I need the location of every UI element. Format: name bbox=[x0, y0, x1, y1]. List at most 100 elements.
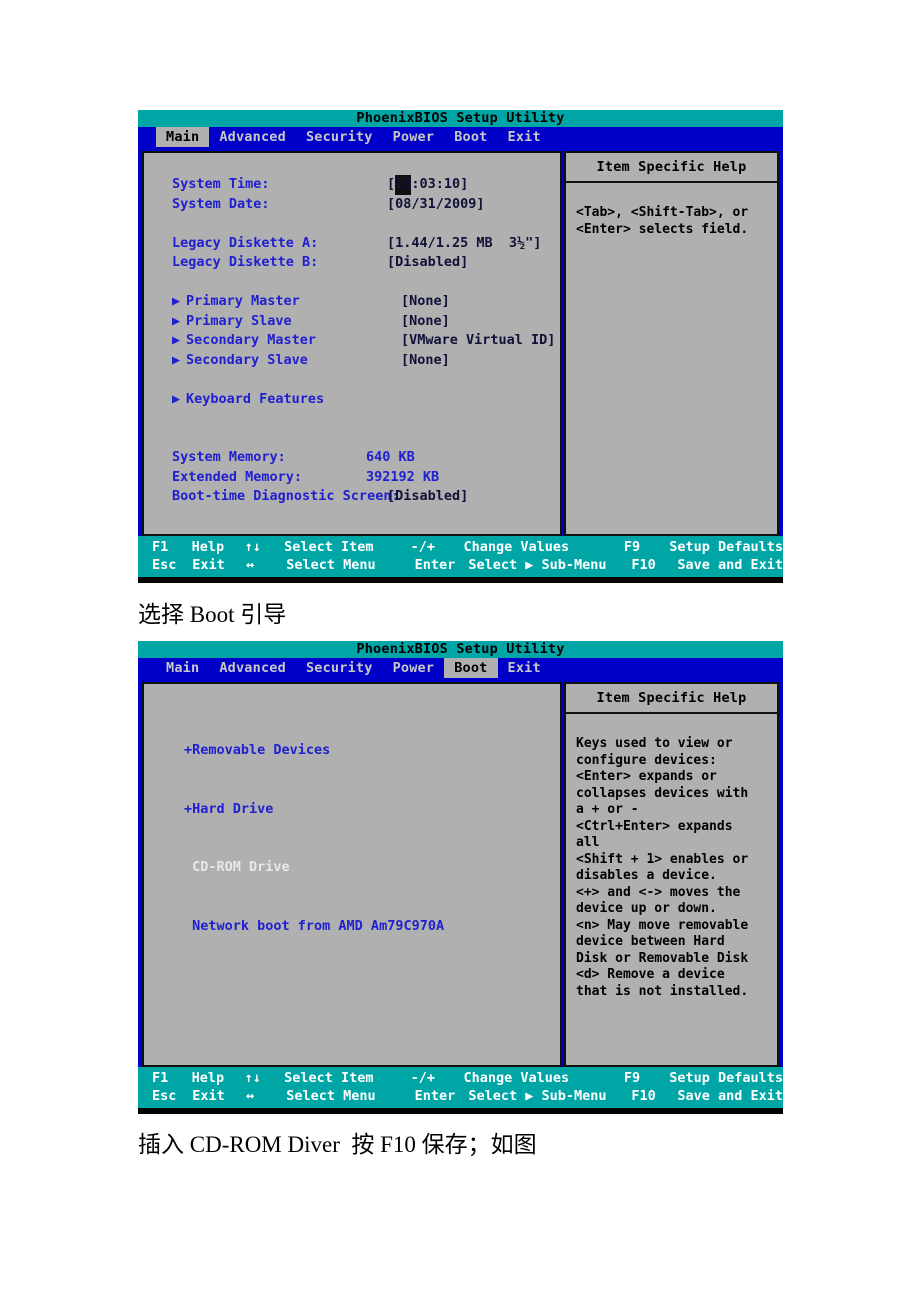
save-and-exit-desc: Save and Exit bbox=[677, 557, 784, 573]
caption-select-boot: 选择 Boot 引导 bbox=[138, 602, 287, 627]
legacy-diskette-b-value[interactable]: [Disabled] bbox=[387, 253, 468, 273]
extended-memory-value: 392192 KB bbox=[366, 468, 440, 485]
submenu-primary-slave[interactable]: ▶ Primary Slave [None] bbox=[172, 312, 560, 332]
submenu-secondary-master[interactable]: ▶ Secondary Master [VMware Virtual ID] bbox=[172, 331, 560, 351]
submenu-arrow-icon: ▶ bbox=[172, 293, 181, 309]
tab-exit[interactable]: Exit bbox=[498, 127, 551, 147]
function-key-bar-boot: F1 Help ↑↓ Select Item -/+ Change Values F9 Set… bbox=[138, 1067, 783, 1114]
select-menu-desc: Select Menu bbox=[286, 557, 376, 573]
primary-master-label: Primary Master bbox=[186, 293, 300, 309]
submenu-primary-master[interactable]: ▶ Primary Master [None] bbox=[172, 292, 560, 312]
secondary-master-label: Secondary Master bbox=[186, 332, 317, 348]
primary-master-value: [None] bbox=[401, 293, 450, 309]
primary-slave-label: Primary Slave bbox=[186, 312, 292, 329]
minus-plus-symbol: -/+ bbox=[410, 1070, 435, 1086]
function-key-row-2: Esc Exit ↔ Select Menu Enter Select ▶ Sub-Men… bbox=[138, 556, 783, 574]
help-panel-text: <Tab>, <Shift-Tab>, or <Enter> selects f… bbox=[564, 183, 779, 536]
submenu-keyboard-features[interactable]: ▶ Keyboard Features bbox=[172, 390, 560, 410]
system-date-value[interactable]: [08/31/2009] bbox=[387, 195, 485, 215]
list-item[interactable]: +Removable Devices bbox=[184, 741, 560, 761]
legacy-diskette-b-label: Legacy Diskette B: bbox=[172, 254, 319, 270]
function-key-row-1: F1 Help ↑↓ Select Item -/+ Change Values F9 Set… bbox=[138, 538, 783, 556]
field-system-date[interactable]: System Date: [08/31/2009] bbox=[172, 195, 560, 215]
key-f10[interactable]: F10 bbox=[631, 1087, 677, 1105]
tab-power[interactable]: Power bbox=[383, 127, 445, 147]
help-panel-title: Item Specific Help bbox=[564, 151, 779, 183]
tab-boot[interactable]: Boot bbox=[444, 658, 498, 678]
change-values-desc: Change Values bbox=[463, 1070, 570, 1086]
bios-menubar-main: Main Advanced Security Power Boot Exit bbox=[138, 127, 783, 147]
settings-panel: System Time: [15:03:10] System Date: [08/3… bbox=[142, 151, 562, 536]
keyboard-features-label: Keyboard Features bbox=[186, 390, 325, 407]
system-time-cursor[interactable]: 15 bbox=[395, 175, 412, 195]
system-memory-value: 640 KB bbox=[366, 449, 415, 465]
list-item[interactable]: Network boot from AMD Am79C970A bbox=[184, 917, 560, 937]
minus-plus-symbol: -/+ bbox=[410, 539, 435, 555]
submenu-arrow-icon: ▶ bbox=[172, 351, 181, 368]
list-item[interactable]: CD-ROM Drive bbox=[184, 858, 560, 878]
help-panel-text: Keys used to view or configure devices: … bbox=[564, 714, 779, 1067]
submenu-arrow-icon: ▶ bbox=[172, 332, 181, 348]
bios-body-main: System Time: [15:03:10] System Date: [08/3… bbox=[138, 147, 783, 536]
tab-boot[interactable]: Boot bbox=[444, 127, 497, 147]
legacy-diskette-a-value[interactable]: [1.44/1.25 MB 3½"] bbox=[387, 234, 541, 254]
field-legacy-diskette-a[interactable]: Legacy Diskette A: [1.44/1.25 MB 3½"] bbox=[172, 234, 560, 254]
caption-insert-cdrom: 插入 CD-ROM Diver 按 F10 保存；如图 bbox=[138, 1132, 537, 1157]
submenu-secondary-slave[interactable]: ▶ Secondary Slave [None] bbox=[172, 351, 560, 371]
tab-security[interactable]: Security bbox=[296, 658, 383, 678]
tab-exit[interactable]: Exit bbox=[498, 658, 551, 678]
function-key-row-2: Esc Exit ↔ Select Menu Enter Select ▶ Sub-Men… bbox=[138, 1087, 783, 1105]
key-f9[interactable]: F9 bbox=[624, 538, 669, 556]
system-time-label: System Time: bbox=[172, 176, 270, 192]
field-legacy-diskette-b[interactable]: Legacy Diskette B: [Disabled] bbox=[172, 253, 560, 273]
select-submenu-desc: Select ▶ Sub-Menu bbox=[468, 557, 607, 573]
key-esc[interactable]: Esc bbox=[152, 556, 192, 574]
secondary-slave-value: [None] bbox=[401, 351, 450, 368]
bios-screen-boot: PhoenixBIOS Setup Utility Main Advanced … bbox=[138, 641, 783, 1114]
bios-menubar-boot: Main Advanced Security Power Boot Exit bbox=[138, 658, 783, 678]
key-esc[interactable]: Esc bbox=[152, 1087, 192, 1105]
key-f1-action: Help bbox=[191, 1070, 225, 1086]
key-enter[interactable]: Enter bbox=[415, 556, 469, 574]
key-f10[interactable]: F10 bbox=[631, 556, 677, 574]
boot-time-diagnostic-value[interactable]: [Disabled] bbox=[387, 487, 468, 507]
help-panel-title: Item Specific Help bbox=[564, 682, 779, 714]
select-item-desc: Select Item bbox=[284, 1070, 374, 1086]
extended-memory-label: Extended Memory: bbox=[172, 468, 303, 485]
leftright-arrow-icon: ↔ bbox=[245, 557, 255, 573]
system-time-open: [ bbox=[387, 176, 396, 192]
help-panel-main: Item Specific Help <Tab>, <Shift-Tab>, o… bbox=[564, 151, 779, 536]
leftright-arrow-icon: ↔ bbox=[245, 1088, 255, 1104]
tab-main[interactable]: Main bbox=[156, 127, 210, 147]
field-boot-time-diagnostic[interactable]: Boot-time Diagnostic Screen: [Disabled] bbox=[172, 487, 560, 507]
select-submenu-desc: Select ▶ Sub-Menu bbox=[468, 1088, 607, 1104]
key-enter[interactable]: Enter bbox=[415, 1087, 469, 1105]
tab-advanced[interactable]: Advanced bbox=[209, 658, 296, 678]
menubar-spacer bbox=[551, 658, 783, 678]
boot-time-diagnostic-label: Boot-time Diagnostic Screen: bbox=[172, 488, 400, 504]
boot-device-list: +Removable Devices +Hard Drive CD-ROM Dr… bbox=[144, 684, 560, 975]
bios-body-boot: +Removable Devices +Hard Drive CD-ROM Dr… bbox=[138, 678, 783, 1067]
key-f1[interactable]: F1 bbox=[152, 1069, 192, 1087]
secondary-slave-label: Secondary Slave bbox=[186, 351, 308, 368]
key-f1[interactable]: F1 bbox=[152, 538, 192, 556]
tab-power[interactable]: Power bbox=[383, 658, 445, 678]
list-item[interactable]: +Hard Drive bbox=[184, 800, 560, 820]
tab-advanced[interactable]: Advanced bbox=[209, 127, 296, 147]
field-system-time[interactable]: System Time: [15:03:10] bbox=[172, 175, 560, 195]
key-f1-action: Help bbox=[191, 539, 225, 555]
system-memory-label: System Memory: bbox=[172, 449, 286, 465]
setup-defaults-desc: Setup Defaults bbox=[669, 539, 784, 555]
tab-security[interactable]: Security bbox=[296, 127, 383, 147]
select-item-desc: Select Item bbox=[284, 539, 374, 555]
tab-main[interactable]: Main bbox=[156, 658, 209, 678]
bios-title-main: PhoenixBIOS Setup Utility bbox=[138, 110, 783, 127]
change-values-desc: Change Values bbox=[463, 539, 570, 555]
bios-screen-main: PhoenixBIOS Setup Utility Main Advanced … bbox=[138, 110, 783, 583]
key-f9[interactable]: F9 bbox=[624, 1069, 669, 1087]
updown-arrow-icon: ↑↓ bbox=[244, 539, 261, 555]
primary-slave-value: [None] bbox=[401, 312, 450, 329]
